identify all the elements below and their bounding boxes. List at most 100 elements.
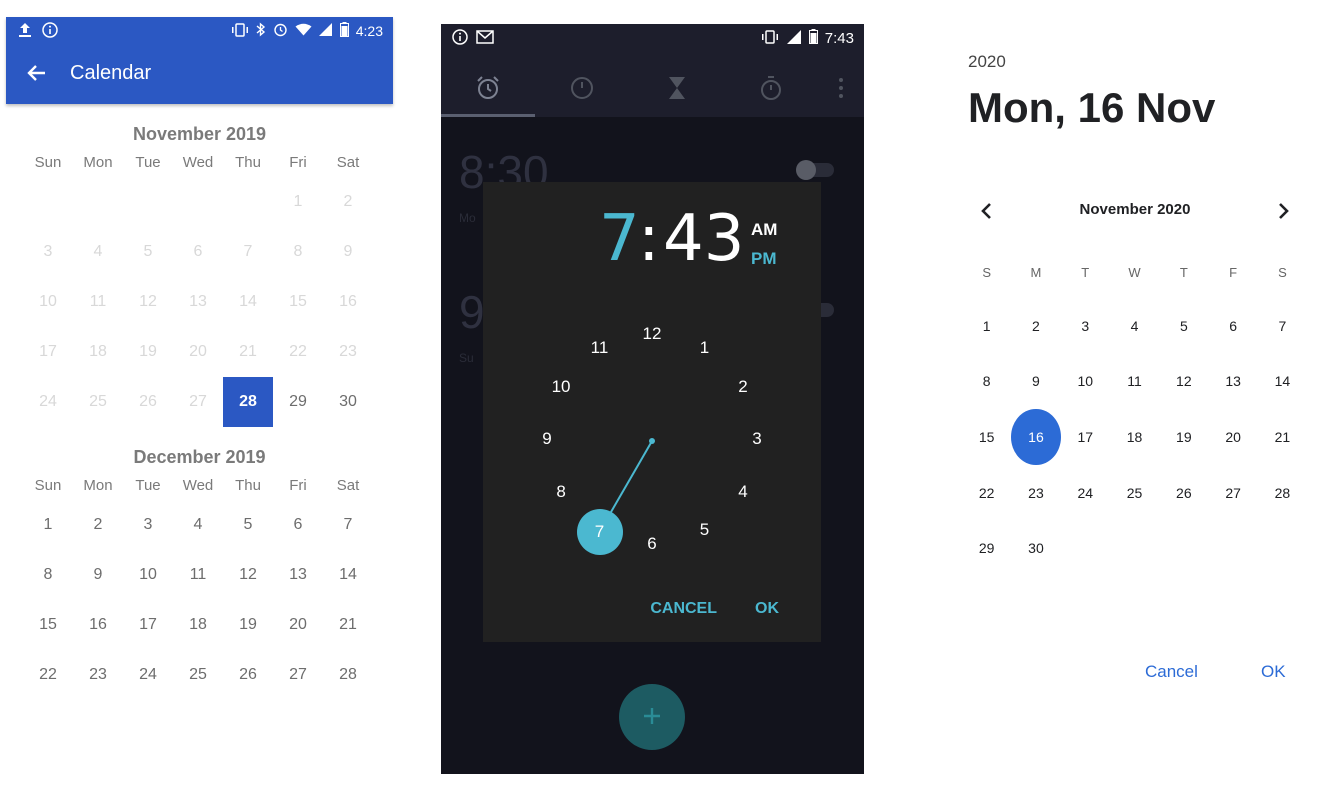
day-cell[interactable]: 11 [173,550,223,600]
day-cell[interactable]: 16 [73,600,123,650]
day-cell[interactable]: 25 [1110,465,1159,521]
day-cell[interactable]: 6 [1208,298,1257,354]
cancel-button[interactable]: CANCEL [650,600,717,618]
day-cell[interactable]: 3 [1061,298,1110,354]
day-cell[interactable]: 11 [1110,354,1159,410]
more-icon[interactable] [821,70,861,106]
day-cell[interactable]: 22 [273,327,323,377]
day-cell[interactable]: 1 [962,298,1011,354]
day-cell[interactable]: 8 [273,227,323,277]
day-cell[interactable]: 15 [273,277,323,327]
add-alarm-button[interactable] [619,684,685,750]
day-cell[interactable]: 27 [273,650,323,700]
day-cell[interactable]: 14 [323,550,373,600]
day-cell[interactable]: 3 [123,500,173,550]
day-cell[interactable]: 22 [962,465,1011,521]
day-cell[interactable]: 12 [223,550,273,600]
day-cell[interactable]: 18 [1110,409,1159,465]
day-cell[interactable]: 23 [323,327,373,377]
day-cell[interactable]: 20 [173,327,223,377]
day-cell[interactable]: 28 [1258,465,1307,521]
day-cell[interactable]: 25 [173,650,223,700]
day-cell[interactable]: 30 [323,377,373,427]
pm-toggle[interactable]: PM [751,249,777,269]
ok-button[interactable]: OK [1261,662,1286,682]
day-cell[interactable]: 5 [123,227,173,277]
next-month-button[interactable] [1270,198,1296,224]
day-cell[interactable]: 5 [1159,298,1208,354]
day-cell[interactable]: 24 [123,650,173,700]
day-cell[interactable]: 14 [1258,354,1307,410]
day-cell[interactable]: 8 [962,354,1011,410]
day-cell[interactable]: 18 [173,600,223,650]
day-cell[interactable]: 9 [1011,354,1060,410]
day-cell[interactable]: 7 [1258,298,1307,354]
clock-number[interactable]: 1 [690,338,720,362]
am-toggle[interactable]: AM [751,220,777,240]
day-cell[interactable]: 30 [1011,520,1060,576]
alarm-toggle[interactable] [796,160,834,180]
day-cell[interactable]: 6 [273,500,323,550]
year-selector[interactable]: 2020 [968,52,1006,72]
day-cell[interactable]: 12 [1159,354,1208,410]
day-cell[interactable]: 2 [323,177,373,227]
day-cell[interactable]: 19 [1159,409,1208,465]
day-cell[interactable]: 19 [123,327,173,377]
selected-day-cell[interactable]: 28 [223,377,273,427]
ok-button[interactable]: OK [755,600,779,618]
day-cell[interactable]: 23 [73,650,123,700]
clock-number-selected[interactable]: 7 [576,508,623,555]
day-cell[interactable]: 18 [73,327,123,377]
day-cell[interactable]: 19 [223,600,273,650]
day-cell[interactable]: 26 [223,650,273,700]
day-cell[interactable]: 9 [323,227,373,277]
day-cell[interactable]: 27 [1208,465,1257,521]
day-cell[interactable]: 21 [1258,409,1307,465]
day-cell[interactable]: 10 [1061,354,1110,410]
day-cell[interactable]: 21 [223,327,273,377]
day-cell[interactable]: 1 [23,500,73,550]
day-cell[interactable]: 15 [962,409,1011,465]
day-cell[interactable]: 4 [173,500,223,550]
day-cell[interactable]: 15 [23,600,73,650]
clock-number[interactable]: 9 [532,429,562,453]
day-cell[interactable]: 20 [273,600,323,650]
day-cell[interactable]: 13 [173,277,223,327]
day-cell[interactable]: 10 [123,550,173,600]
day-cell[interactable]: 21 [323,600,373,650]
clock-number[interactable]: 10 [546,377,576,401]
day-cell[interactable]: 3 [23,227,73,277]
day-cell[interactable]: 29 [273,377,323,427]
day-cell[interactable]: 12 [123,277,173,327]
day-cell[interactable]: 2 [73,500,123,550]
day-cell[interactable]: 26 [1159,465,1208,521]
back-arrow-icon[interactable] [24,60,50,86]
day-cell[interactable]: 27 [173,377,223,427]
hour-display[interactable]: 7 [599,202,640,276]
day-cell[interactable]: 5 [223,500,273,550]
day-cell[interactable]: 24 [1061,465,1110,521]
day-cell[interactable]: 1 [273,177,323,227]
day-cell[interactable]: 28 [323,650,373,700]
clock-number[interactable]: 4 [728,482,758,506]
day-cell[interactable]: 17 [1061,409,1110,465]
day-cell[interactable]: 13 [273,550,323,600]
day-cell[interactable]: 29 [962,520,1011,576]
day-cell[interactable]: 14 [223,277,273,327]
day-cell[interactable]: 7 [323,500,373,550]
day-cell[interactable]: 16 [323,277,373,327]
day-cell[interactable]: 26 [123,377,173,427]
day-cell[interactable]: 17 [23,327,73,377]
day-cell[interactable]: 24 [23,377,73,427]
clock-number[interactable]: 5 [690,520,720,544]
day-cell[interactable]: 17 [123,600,173,650]
day-cell[interactable]: 9 [73,550,123,600]
day-cell[interactable]: 8 [23,550,73,600]
timer-icon[interactable] [657,70,697,106]
day-cell[interactable]: 10 [23,277,73,327]
selected-day-cell[interactable]: 16 [1011,408,1061,465]
stopwatch-icon[interactable] [751,70,791,106]
cancel-button[interactable]: Cancel [1145,662,1198,682]
alarm-icon[interactable] [468,70,508,106]
clock-face[interactable]: 12 1 2 3 4 5 6 7 8 9 10 11 [518,307,786,575]
